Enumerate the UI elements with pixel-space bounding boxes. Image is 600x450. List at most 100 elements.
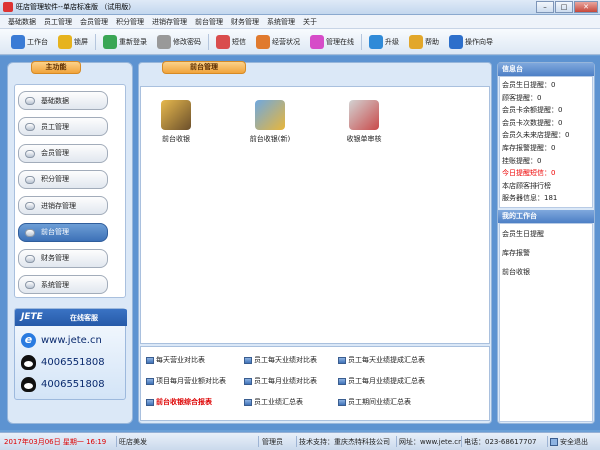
relogin-icon: [103, 34, 117, 49]
nav-item[interactable]: 进销存管理: [18, 196, 108, 216]
app-tile[interactable]: 前台收银(新): [240, 100, 300, 144]
report-label[interactable]: 员工期间业绩汇总表: [348, 397, 411, 407]
menu-item[interactable]: 关于: [299, 15, 321, 28]
nav-item[interactable]: 积分管理: [18, 169, 108, 189]
info-line[interactable]: 会员久未来店提醒：0: [502, 130, 569, 140]
menu-item[interactable]: 前台管理: [191, 15, 227, 28]
online-service-box[interactable]: JETE 在线客服 e www.jete.cn 4006551808 40065…: [14, 308, 127, 400]
report-label[interactable]: 每天营业对比表: [156, 355, 205, 365]
ad-header: JETE 在线客服: [15, 309, 127, 326]
report-label[interactable]: 员工每天业绩提成汇总表: [348, 355, 425, 365]
info-line[interactable]: 今日提醒短信：0: [502, 168, 555, 178]
toolbar-button[interactable]: 锁屏: [53, 32, 93, 52]
lock-icon: [58, 34, 72, 49]
workbench-item[interactable]: 会员生日提醒: [502, 229, 544, 239]
workbench-icon: [11, 34, 25, 49]
toolbar-button[interactable]: 帮助: [404, 32, 444, 52]
toolbar-button-label[interactable]: 帮助: [425, 37, 439, 47]
nav-item-label[interactable]: 员工管理: [41, 122, 69, 132]
info-line[interactable]: 服务器信息：181: [502, 193, 557, 203]
app-label[interactable]: 收银单审核: [334, 134, 394, 144]
toolbar-button[interactable]: 经营状况: [251, 32, 305, 52]
toolbar-button[interactable]: 短信: [211, 32, 251, 52]
nav-item-label[interactable]: 基础数据: [41, 96, 69, 106]
report-link[interactable]: 员工每月业绩对比表: [244, 376, 317, 386]
nav-item-label[interactable]: 财务管理: [41, 253, 69, 263]
toolbar-button[interactable]: 工作台: [6, 32, 53, 52]
toolbar-button[interactable]: 重新登录: [98, 32, 152, 52]
nav-item[interactable]: 员工管理: [18, 117, 108, 137]
toolbar-button-label[interactable]: 经营状况: [272, 37, 300, 47]
nav-item-label[interactable]: 积分管理: [41, 174, 69, 184]
info-line[interactable]: 本店顾客排行榜: [502, 181, 551, 191]
toolbar-button-label[interactable]: 修改密码: [173, 37, 201, 47]
nav-item[interactable]: 系统管理: [18, 275, 108, 295]
website-row[interactable]: e www.jete.cn: [21, 333, 102, 348]
info-line[interactable]: 库存报警提醒：0: [502, 143, 555, 153]
toolbar-button[interactable]: 操作向导: [444, 32, 498, 52]
menu-item[interactable]: 系统管理: [263, 15, 299, 28]
maximize-button[interactable]: □: [555, 1, 573, 13]
report-label[interactable]: 员工每月业绩对比表: [254, 376, 317, 386]
nav-item[interactable]: 会员管理: [18, 143, 108, 163]
app-tile[interactable]: 前台收银: [146, 100, 206, 144]
toolbar-button-label[interactable]: 工作台: [27, 37, 48, 47]
report-link[interactable]: 员工每月业绩提成汇总表: [338, 376, 425, 386]
toolbar-button[interactable]: 修改密码: [152, 32, 206, 52]
toolbar: 工作台 锁屏 重新登录 修改密码 短信 经营状况 管理在线 升级 帮助 操作向导: [0, 29, 600, 55]
nav-item-label[interactable]: 进销存管理: [41, 201, 76, 211]
safe-exit-label[interactable]: 安全退出: [560, 437, 588, 447]
phone-row-1[interactable]: 4006551808: [21, 355, 105, 370]
info-line[interactable]: 会员生日提醒：0: [502, 80, 555, 90]
online-service-label[interactable]: 在线客服: [70, 313, 98, 323]
status-datetime: 2017年03月06日 星期一 16:19: [4, 438, 107, 446]
website-text[interactable]: www.jete.cn: [41, 335, 102, 346]
report-label[interactable]: 员工每月业绩提成汇总表: [348, 376, 425, 386]
toolbar-button-label[interactable]: 重新登录: [119, 37, 147, 47]
report-link[interactable]: 每天营业对比表: [146, 355, 205, 365]
workbench-item[interactable]: 前台收银: [502, 267, 530, 277]
nav-item[interactable]: 前台管理: [18, 222, 108, 242]
app-tile[interactable]: 收银单审核: [334, 100, 394, 144]
report-label[interactable]: 员工每天业绩对比表: [254, 355, 317, 365]
phone-row-2[interactable]: 4006551808: [21, 377, 105, 392]
toolbar-button-label[interactable]: 短信: [232, 37, 246, 47]
report-label[interactable]: 项目每月营业额对比表: [156, 376, 226, 386]
report-link[interactable]: 员工每天业绩提成汇总表: [338, 355, 425, 365]
app-label[interactable]: 前台收银: [146, 134, 206, 144]
info-line[interactable]: 会员卡余额提醒：0: [502, 105, 562, 115]
report-link[interactable]: 员工每天业绩对比表: [244, 355, 317, 365]
toolbar-button[interactable]: 管理在线: [305, 32, 359, 52]
menu-item[interactable]: 积分管理: [112, 15, 148, 28]
close-button[interactable]: ✕: [574, 1, 598, 13]
report-link[interactable]: 前台收银综合报表: [146, 397, 212, 407]
app-label[interactable]: 前台收银(新): [240, 134, 300, 144]
report-label[interactable]: 前台收银综合报表: [156, 397, 212, 407]
menu-item[interactable]: 进销存管理: [148, 15, 191, 28]
nav-item-label[interactable]: 会员管理: [41, 148, 69, 158]
toolbar-button-label[interactable]: 操作向导: [465, 37, 493, 47]
menu-item[interactable]: 员工管理: [40, 15, 76, 28]
safe-exit-button[interactable]: 安全退出: [550, 437, 588, 447]
menu-item[interactable]: 会员管理: [76, 15, 112, 28]
info-line[interactable]: 会员卡次数提醒：0: [502, 118, 562, 128]
minimize-button[interactable]: –: [536, 1, 554, 13]
workbench-item[interactable]: 库存报警: [502, 248, 530, 258]
nav-item-label[interactable]: 系统管理: [41, 280, 69, 290]
menu-item[interactable]: 基础数据: [4, 15, 40, 28]
report-link[interactable]: 项目每月营业额对比表: [146, 376, 226, 386]
nav-item[interactable]: 财务管理: [18, 248, 108, 268]
toolbar-button-label[interactable]: 锁屏: [74, 37, 88, 47]
toolbar-button[interactable]: 升级: [364, 32, 404, 52]
nav-item[interactable]: 基础数据: [18, 91, 108, 110]
toolbar-button-label[interactable]: 升级: [385, 37, 399, 47]
report-link[interactable]: 员工期间业绩汇总表: [338, 397, 411, 407]
nav-item-label[interactable]: 前台管理: [41, 227, 69, 237]
info-line[interactable]: 顾客提醒：0: [502, 93, 541, 103]
report-label[interactable]: 员工业绩汇总表: [254, 397, 303, 407]
report-link[interactable]: 员工业绩汇总表: [244, 397, 303, 407]
info-line[interactable]: 挂账提醒：0: [502, 156, 541, 166]
toolbar-button-label[interactable]: 管理在线: [326, 37, 354, 47]
jete-logo: JETE: [21, 312, 43, 322]
menu-item[interactable]: 财务管理: [227, 15, 263, 28]
